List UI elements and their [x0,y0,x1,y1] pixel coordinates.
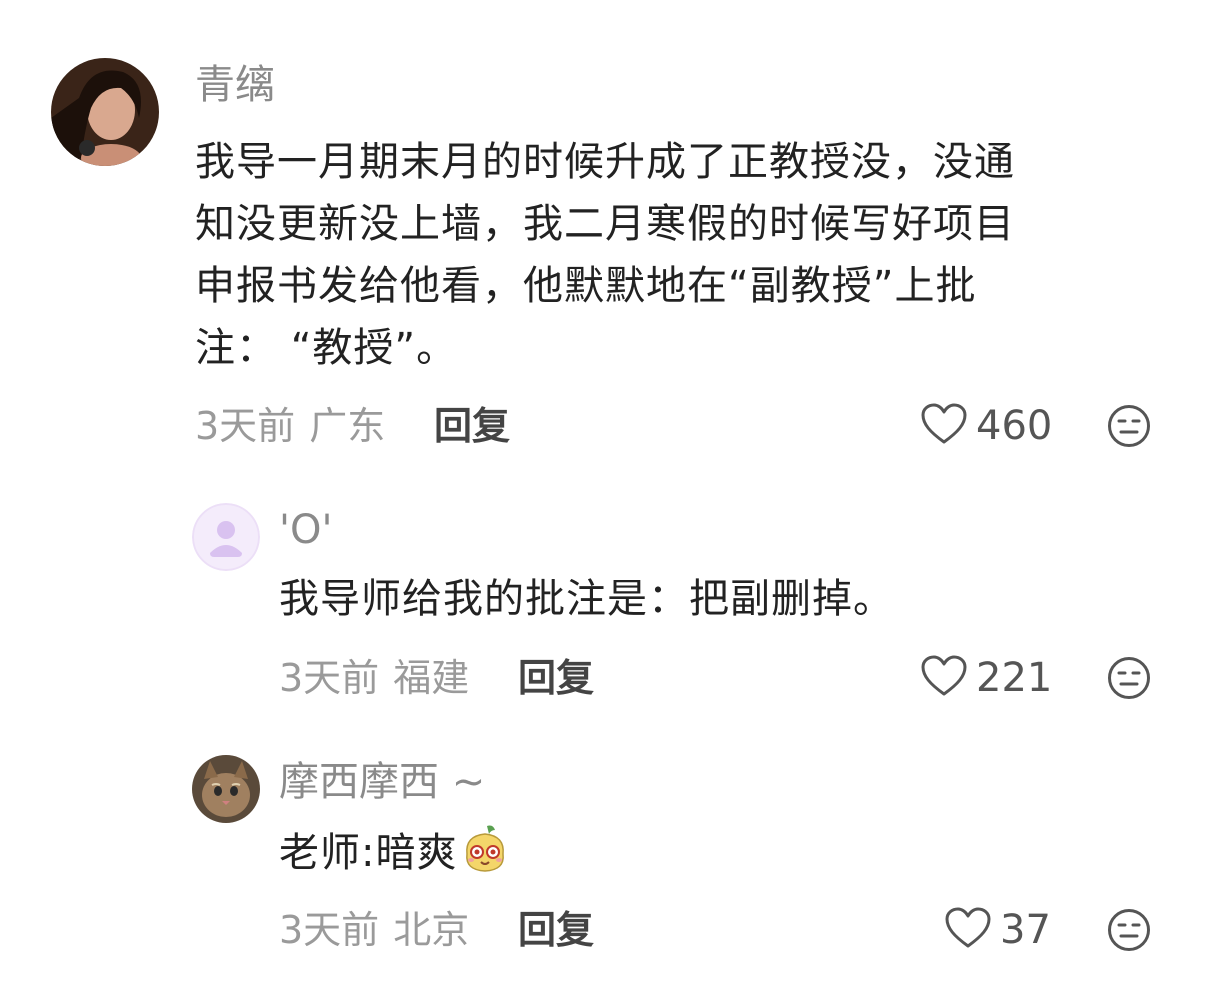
comment-meta: 3天前 北京 [279,911,469,949]
like-button[interactable]: 460 [920,402,1052,450]
comment-text-content: 老师:暗爽 [279,830,458,876]
avatar[interactable] [51,58,159,166]
location: 广东 [309,404,386,448]
comment-meta: 3天前 广东 [195,407,385,445]
timestamp: 3天前 [195,404,296,448]
like-button[interactable]: 221 [920,654,1052,702]
reply-comment-item: 摩西摩西 ~ 老师:暗爽 3天前 北京 回复 37 [0,745,1224,981]
comment-text-line: 申报书发给他看，他默默地在“副教授”上批 [195,263,977,309]
heart-outline-icon [920,654,968,702]
neutral-face-icon [1107,657,1151,704]
location: 北京 [393,908,470,952]
comment-text: 我导一月期末月的时候升成了正教授没，没通 知没更新没上墙，我二月寒假的时候写好项… [195,131,1155,379]
comment-item: 青缡 我导一月期末月的时候升成了正教授没，没通 知没更新没上墙，我二月寒假的时候… [0,0,1224,470]
heart-outline-icon [920,402,968,450]
comment-text-line: 注： “教授”。 [195,325,458,371]
comment-text-line: 我导一月期末月的时候升成了正教授没，没通 [195,139,1015,185]
like-count: 221 [976,655,1053,701]
timestamp: 3天前 [279,908,380,952]
reply-comment-item: 'O' 我导师给我的批注是：把副删掉。 3天前 福建 回复 221 [0,490,1224,730]
username[interactable]: 青缡 [195,65,275,105]
comment-meta: 3天前 福建 [279,659,469,697]
comment-text: 我导师给我的批注是：把副删掉。 [279,576,894,622]
like-count: 37 [1000,907,1051,953]
neutral-face-icon [1107,909,1151,956]
like-count: 460 [976,403,1053,449]
neutral-face-icon [1107,405,1151,452]
username[interactable]: 'O' [279,510,332,550]
like-button[interactable]: 37 [944,906,1051,954]
timestamp: 3天前 [279,656,380,700]
avatar[interactable] [192,755,260,823]
reaction-button[interactable] [1107,656,1151,704]
heart-outline-icon [944,906,992,954]
comment-text: 老师:暗爽 [279,822,1159,892]
username[interactable]: 摩西摩西 ~ [279,762,485,802]
reaction-button[interactable] [1107,404,1151,452]
location: 福建 [393,656,470,700]
avatar[interactable] [192,503,260,571]
reply-button[interactable]: 回复 [434,407,510,445]
comment-text-line: 知没更新没上墙，我二月寒假的时候写好项目 [195,201,1015,247]
reply-button[interactable]: 回复 [518,659,594,697]
sticker-emoji-icon [461,824,509,892]
reply-button[interactable]: 回复 [518,911,594,949]
reaction-button[interactable] [1107,908,1151,956]
